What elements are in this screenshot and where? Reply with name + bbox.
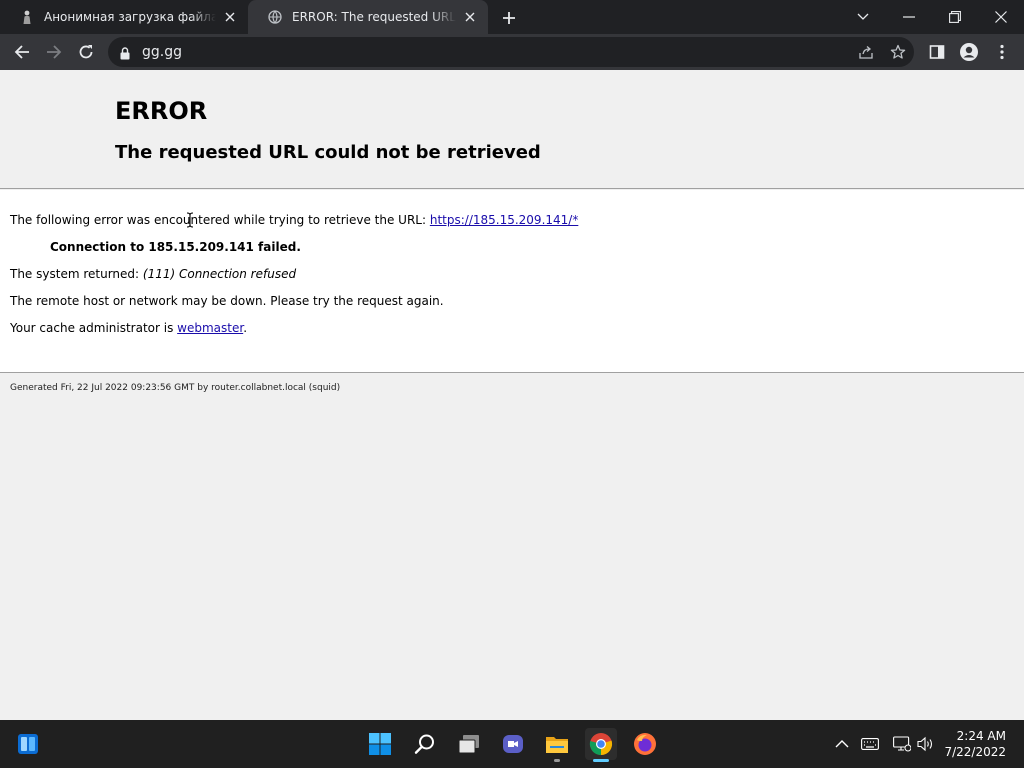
chat-button[interactable] bbox=[497, 728, 529, 760]
system-clock[interactable]: 2:24 AM 7/22/2022 bbox=[944, 728, 1006, 760]
error-url-line: The following error was encountered whil… bbox=[10, 213, 578, 227]
task-view-button[interactable] bbox=[453, 728, 485, 760]
forward-button[interactable] bbox=[40, 38, 68, 66]
lock-icon[interactable] bbox=[120, 45, 130, 64]
firefox-icon bbox=[634, 733, 656, 755]
firefox-button[interactable] bbox=[629, 728, 661, 760]
show-hidden-icons-button[interactable] bbox=[832, 734, 852, 754]
close-icon bbox=[995, 11, 1007, 23]
task-view-icon bbox=[458, 735, 479, 754]
tab-strip: Анонимная загрузка файла - Ан ERROR: The… bbox=[0, 0, 1024, 34]
active-indicator bbox=[593, 759, 609, 762]
share-icon[interactable] bbox=[857, 43, 875, 61]
text-cursor-icon bbox=[186, 212, 194, 232]
close-window-button[interactable] bbox=[978, 0, 1024, 34]
globe-icon bbox=[268, 10, 282, 24]
arrow-right-icon bbox=[47, 45, 62, 59]
close-tab-icon[interactable] bbox=[222, 9, 238, 25]
chrome-button[interactable] bbox=[585, 728, 617, 762]
back-button[interactable] bbox=[8, 38, 36, 66]
profile-icon bbox=[960, 43, 978, 61]
system-returned-line: The system returned: (111) Connection re… bbox=[10, 267, 296, 281]
person-icon bbox=[20, 10, 34, 24]
page-subtitle: The requested URL could not be retrieved bbox=[115, 142, 541, 163]
reload-icon bbox=[79, 45, 93, 59]
file-explorer-button[interactable] bbox=[541, 728, 573, 762]
clock-date: 7/22/2022 bbox=[944, 745, 1006, 759]
keyboard-icon[interactable] bbox=[860, 734, 880, 754]
start-button[interactable] bbox=[364, 728, 396, 760]
profile-button[interactable] bbox=[955, 38, 983, 66]
error-url-text: The following error was encountered whil… bbox=[10, 213, 430, 227]
tab-error[interactable]: ERROR: The requested URL could bbox=[248, 0, 488, 34]
bookmark-star-icon[interactable] bbox=[889, 43, 907, 61]
system-error-text: (111) Connection refused bbox=[142, 267, 297, 281]
running-indicator bbox=[554, 759, 560, 762]
connection-failed-text: Connection to 185.15.209.141 failed. bbox=[50, 240, 301, 254]
cache-admin-suffix: . bbox=[243, 321, 248, 335]
plus-icon bbox=[503, 12, 515, 24]
network-icon[interactable] bbox=[892, 734, 912, 754]
browser-toolbar: gg.gg bbox=[0, 34, 1024, 70]
webmaster-link[interactable]: webmaster bbox=[177, 321, 243, 335]
generated-footer: Generated Fri, 22 Jul 2022 09:23:56 GMT … bbox=[10, 383, 341, 393]
close-tab-icon[interactable] bbox=[462, 9, 478, 25]
restore-button[interactable] bbox=[932, 0, 978, 34]
system-returned-label: The system returned: bbox=[10, 267, 143, 281]
tab-title: Анонимная загрузка файла - Ан bbox=[44, 10, 216, 24]
side-panel-icon bbox=[929, 45, 945, 59]
taskbar: 2:24 AM 7/22/2022 bbox=[0, 720, 1024, 768]
chevron-up-icon bbox=[835, 740, 849, 748]
restore-icon bbox=[949, 11, 961, 23]
tab-search-button[interactable] bbox=[840, 0, 886, 34]
side-panel-button[interactable] bbox=[923, 38, 951, 66]
widgets-icon bbox=[18, 734, 38, 754]
chrome-icon bbox=[589, 733, 613, 756]
tab-title: ERROR: The requested URL could bbox=[292, 10, 456, 24]
chevron-down-icon bbox=[857, 13, 869, 20]
arrow-left-icon bbox=[14, 45, 29, 59]
chat-icon bbox=[503, 735, 523, 753]
volume-icon[interactable] bbox=[916, 734, 936, 754]
start-icon bbox=[369, 733, 391, 755]
search-icon bbox=[414, 734, 434, 754]
url-text[interactable]: gg.gg bbox=[142, 44, 182, 60]
tab-anonymous-upload[interactable]: Анонимная загрузка файла - Ан bbox=[0, 0, 248, 34]
remote-host-text: The remote host or network may be down. … bbox=[10, 294, 444, 308]
error-url-link[interactable]: https://185.15.209.141/* bbox=[430, 213, 578, 227]
new-tab-button[interactable] bbox=[498, 7, 520, 29]
clock-time: 2:24 AM bbox=[956, 729, 1006, 743]
error-body: The following error was encountered whil… bbox=[0, 190, 1024, 373]
search-button[interactable] bbox=[409, 728, 441, 760]
error-header: ERROR The requested URL could not be ret… bbox=[0, 70, 1024, 189]
kebab-menu-icon bbox=[1000, 44, 1004, 60]
minimize-button[interactable] bbox=[886, 0, 932, 34]
widgets-button[interactable] bbox=[12, 728, 44, 760]
page-content: ERROR The requested URL could not be ret… bbox=[0, 70, 1024, 720]
reload-button[interactable] bbox=[72, 38, 100, 66]
address-bar[interactable]: gg.gg bbox=[108, 37, 914, 67]
cache-admin-label: Your cache administrator is bbox=[10, 321, 178, 335]
minimize-icon bbox=[903, 16, 915, 18]
file-explorer-icon bbox=[546, 737, 568, 753]
menu-button[interactable] bbox=[988, 38, 1016, 66]
cache-admin-line: Your cache administrator is webmaster. bbox=[10, 321, 247, 335]
page-title: ERROR bbox=[115, 97, 208, 125]
